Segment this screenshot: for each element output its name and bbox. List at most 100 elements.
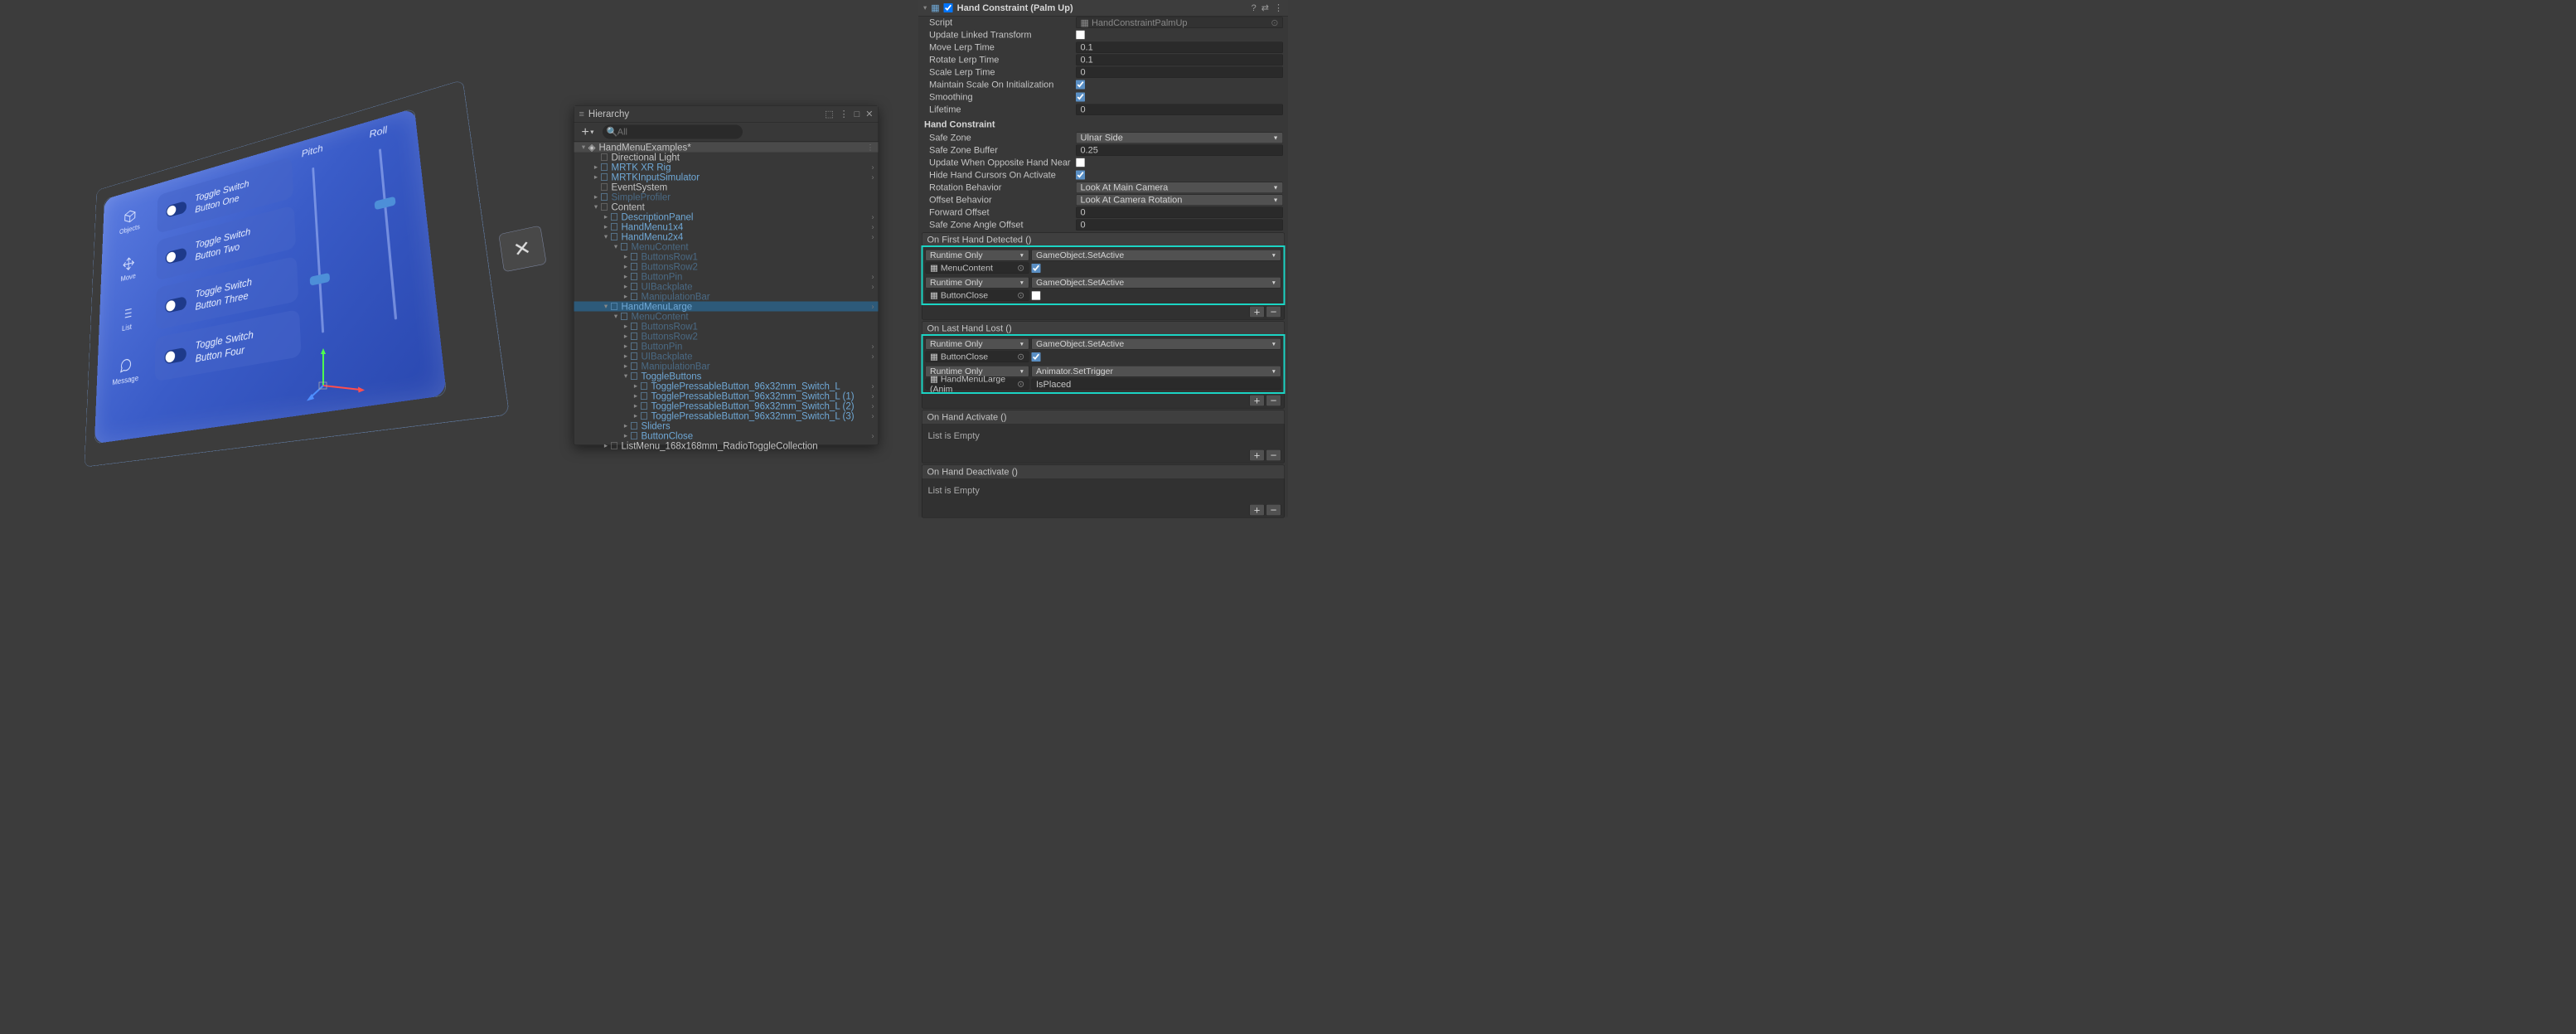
- fold-icon[interactable]: ▸: [603, 442, 610, 449]
- event-arg-checkbox[interactable]: [1032, 291, 1041, 300]
- event-object-field[interactable]: ▦ ButtonClose⊙: [926, 352, 1029, 363]
- fold-icon[interactable]: ▾: [613, 243, 620, 250]
- help-icon[interactable]: ?: [1252, 2, 1257, 13]
- fold-icon[interactable]: ▸: [603, 223, 610, 231]
- panel-maximize-icon[interactable]: □: [855, 109, 860, 119]
- fold-icon[interactable]: ▸: [622, 422, 630, 430]
- fold-icon[interactable]: ▸: [622, 263, 630, 270]
- prop-input[interactable]: [1076, 219, 1283, 231]
- fold-icon[interactable]: ▾: [613, 313, 620, 320]
- hierarchy-item[interactable]: ▸ ButtonsRow1: [574, 252, 879, 262]
- chevron-right-icon[interactable]: ›: [872, 283, 874, 290]
- fold-icon[interactable]: ▸: [593, 163, 600, 171]
- chevron-right-icon[interactable]: ›: [872, 402, 874, 410]
- hierarchy-item[interactable]: Directional Light: [574, 153, 879, 163]
- prop-input[interactable]: [1076, 41, 1283, 53]
- hierarchy-item[interactable]: ▸ TogglePressableButton_96x32mm_Switch_L…: [574, 401, 879, 411]
- component-header[interactable]: ▾ ▦ Hand Constraint (Palm Up) ? ⇄ ⋮: [918, 0, 1288, 17]
- fold-icon[interactable]: ▾: [603, 233, 610, 240]
- component-enabled-checkbox[interactable]: [944, 3, 953, 12]
- prop-input[interactable]: [1076, 66, 1283, 78]
- fold-icon[interactable]: ▸: [622, 253, 630, 260]
- chevron-right-icon[interactable]: ›: [872, 213, 874, 221]
- hierarchy-item[interactable]: ▸ ButtonsRow2: [574, 332, 879, 342]
- event-remove-button[interactable]: −: [1266, 306, 1281, 318]
- hierarchy-item[interactable]: ▸ UIBackplate ›: [574, 282, 879, 292]
- fold-icon[interactable]: ▸: [632, 412, 640, 420]
- prop-checkbox[interactable]: [1076, 93, 1085, 102]
- fold-icon[interactable]: ▸: [622, 323, 630, 330]
- fold-icon[interactable]: ▾: [622, 372, 630, 380]
- hierarchy-item[interactable]: ▾ HandMenuLarge ›: [574, 302, 879, 312]
- event-function-dropdown[interactable]: GameObject.SetActive▼: [1032, 277, 1281, 289]
- preset-icon[interactable]: ⇄: [1261, 2, 1269, 13]
- fold-icon[interactable]: ▸: [622, 333, 630, 340]
- hierarchy-item[interactable]: ▸ TogglePressableButton_96x32mm_Switch_L…: [574, 411, 879, 421]
- hierarchy-item[interactable]: ▸ HandMenu1x4 ›: [574, 222, 879, 232]
- hierarchy-item[interactable]: ▸ TogglePressableButton_96x32mm_Switch_L…: [574, 391, 879, 401]
- fold-icon[interactable]: ▸: [622, 273, 630, 280]
- event-function-dropdown[interactable]: GameObject.SetActive▼: [1032, 338, 1281, 350]
- hierarchy-item[interactable]: ▸ UIBackplate ›: [574, 352, 879, 362]
- hierarchy-item[interactable]: ▸ ButtonPin ›: [574, 342, 879, 352]
- event-add-button[interactable]: +: [1250, 449, 1265, 461]
- hierarchy-item[interactable]: EventSystem: [574, 182, 879, 192]
- hierarchy-item[interactable]: ▾ HandMenu2x4 ›: [574, 232, 879, 242]
- hierarchy-item[interactable]: ▸ ButtonPin ›: [574, 272, 879, 282]
- chevron-right-icon[interactable]: ›: [872, 392, 874, 400]
- hierarchy-item[interactable]: ▸ MRTK XR Rig ›: [574, 163, 879, 172]
- menu-icon[interactable]: ⋮: [1274, 2, 1283, 13]
- event-add-button[interactable]: +: [1250, 395, 1265, 406]
- event-arg-checkbox[interactable]: [1032, 352, 1041, 362]
- fold-icon[interactable]: ▾: [603, 303, 610, 310]
- fold-icon[interactable]: ▸: [622, 432, 630, 439]
- hierarchy-item[interactable]: ▾ ToggleButtons: [574, 371, 879, 381]
- hierarchy-item[interactable]: ▸ ButtonsRow1: [574, 322, 879, 332]
- chevron-right-icon[interactable]: ›: [872, 432, 874, 439]
- event-object-field[interactable]: ▦ HandMenuLarge (Anim⊙: [926, 379, 1029, 391]
- hierarchy-search-input[interactable]: [603, 124, 743, 138]
- event-function-dropdown[interactable]: Animator.SetTrigger▼: [1032, 366, 1281, 377]
- chevron-right-icon[interactable]: ›: [872, 173, 874, 181]
- hierarchy-item[interactable]: ▸ MRTKInputSimulator ›: [574, 172, 879, 182]
- chevron-right-icon[interactable]: ›: [872, 412, 874, 420]
- chevron-right-icon[interactable]: ›: [872, 163, 874, 171]
- event-add-button[interactable]: +: [1250, 504, 1265, 516]
- prop-dropdown[interactable]: Ulnar Side▼: [1076, 132, 1283, 143]
- chevron-right-icon[interactable]: ›: [872, 303, 874, 310]
- event-mode-dropdown[interactable]: Runtime Only▼: [926, 277, 1029, 289]
- prop-input[interactable]: [1076, 104, 1283, 115]
- hierarchy-item[interactable]: ▸ ManipulationBar: [574, 292, 879, 302]
- hierarchy-item[interactable]: ▸ DescriptionPanel ›: [574, 212, 879, 222]
- prop-dropdown[interactable]: Look At Main Camera▼: [1076, 182, 1283, 193]
- panel-menu-icon[interactable]: ⋮: [840, 109, 849, 119]
- hierarchy-item[interactable]: ▾ MenuContent: [574, 242, 879, 252]
- fold-icon[interactable]: ▸: [622, 362, 630, 370]
- chevron-right-icon[interactable]: ›: [872, 352, 874, 360]
- fold-icon[interactable]: ▾: [923, 4, 927, 12]
- event-remove-button[interactable]: −: [1266, 504, 1281, 516]
- event-arg-checkbox[interactable]: [1032, 264, 1041, 273]
- fold-icon[interactable]: ▾: [593, 203, 600, 211]
- hierarchy-add-button[interactable]: + ▼: [579, 124, 598, 140]
- fold-icon[interactable]: ▸: [632, 392, 640, 400]
- event-add-button[interactable]: +: [1250, 306, 1265, 318]
- hierarchy-item[interactable]: ▾ MenuContent: [574, 312, 879, 322]
- hierarchy-item[interactable]: ▸ ButtonClose ›: [574, 431, 879, 441]
- hierarchy-item[interactable]: ▸ TogglePressableButton_96x32mm_Switch_L…: [574, 381, 879, 391]
- fold-icon[interactable]: ▸: [622, 342, 630, 350]
- chevron-right-icon[interactable]: ›: [872, 223, 874, 231]
- fold-icon[interactable]: ▸: [622, 283, 630, 290]
- chevron-right-icon[interactable]: ›: [872, 233, 874, 240]
- hierarchy-item[interactable]: ▸ ManipulationBar: [574, 362, 879, 371]
- prop-dropdown[interactable]: Look At Camera Rotation▼: [1076, 194, 1283, 206]
- prop-input[interactable]: [1076, 206, 1283, 218]
- scene-menu-icon[interactable]: ⋮: [867, 143, 874, 151]
- event-arg-input[interactable]: [1032, 379, 1281, 391]
- fold-icon[interactable]: ▸: [632, 402, 640, 410]
- hierarchy-item[interactable]: ▸ ButtonsRow2: [574, 262, 879, 272]
- fold-icon[interactable]: ▸: [593, 173, 600, 181]
- chevron-right-icon[interactable]: ›: [872, 342, 874, 350]
- prop-input[interactable]: [1076, 144, 1283, 156]
- hierarchy-item[interactable]: ▾ Content: [574, 202, 879, 212]
